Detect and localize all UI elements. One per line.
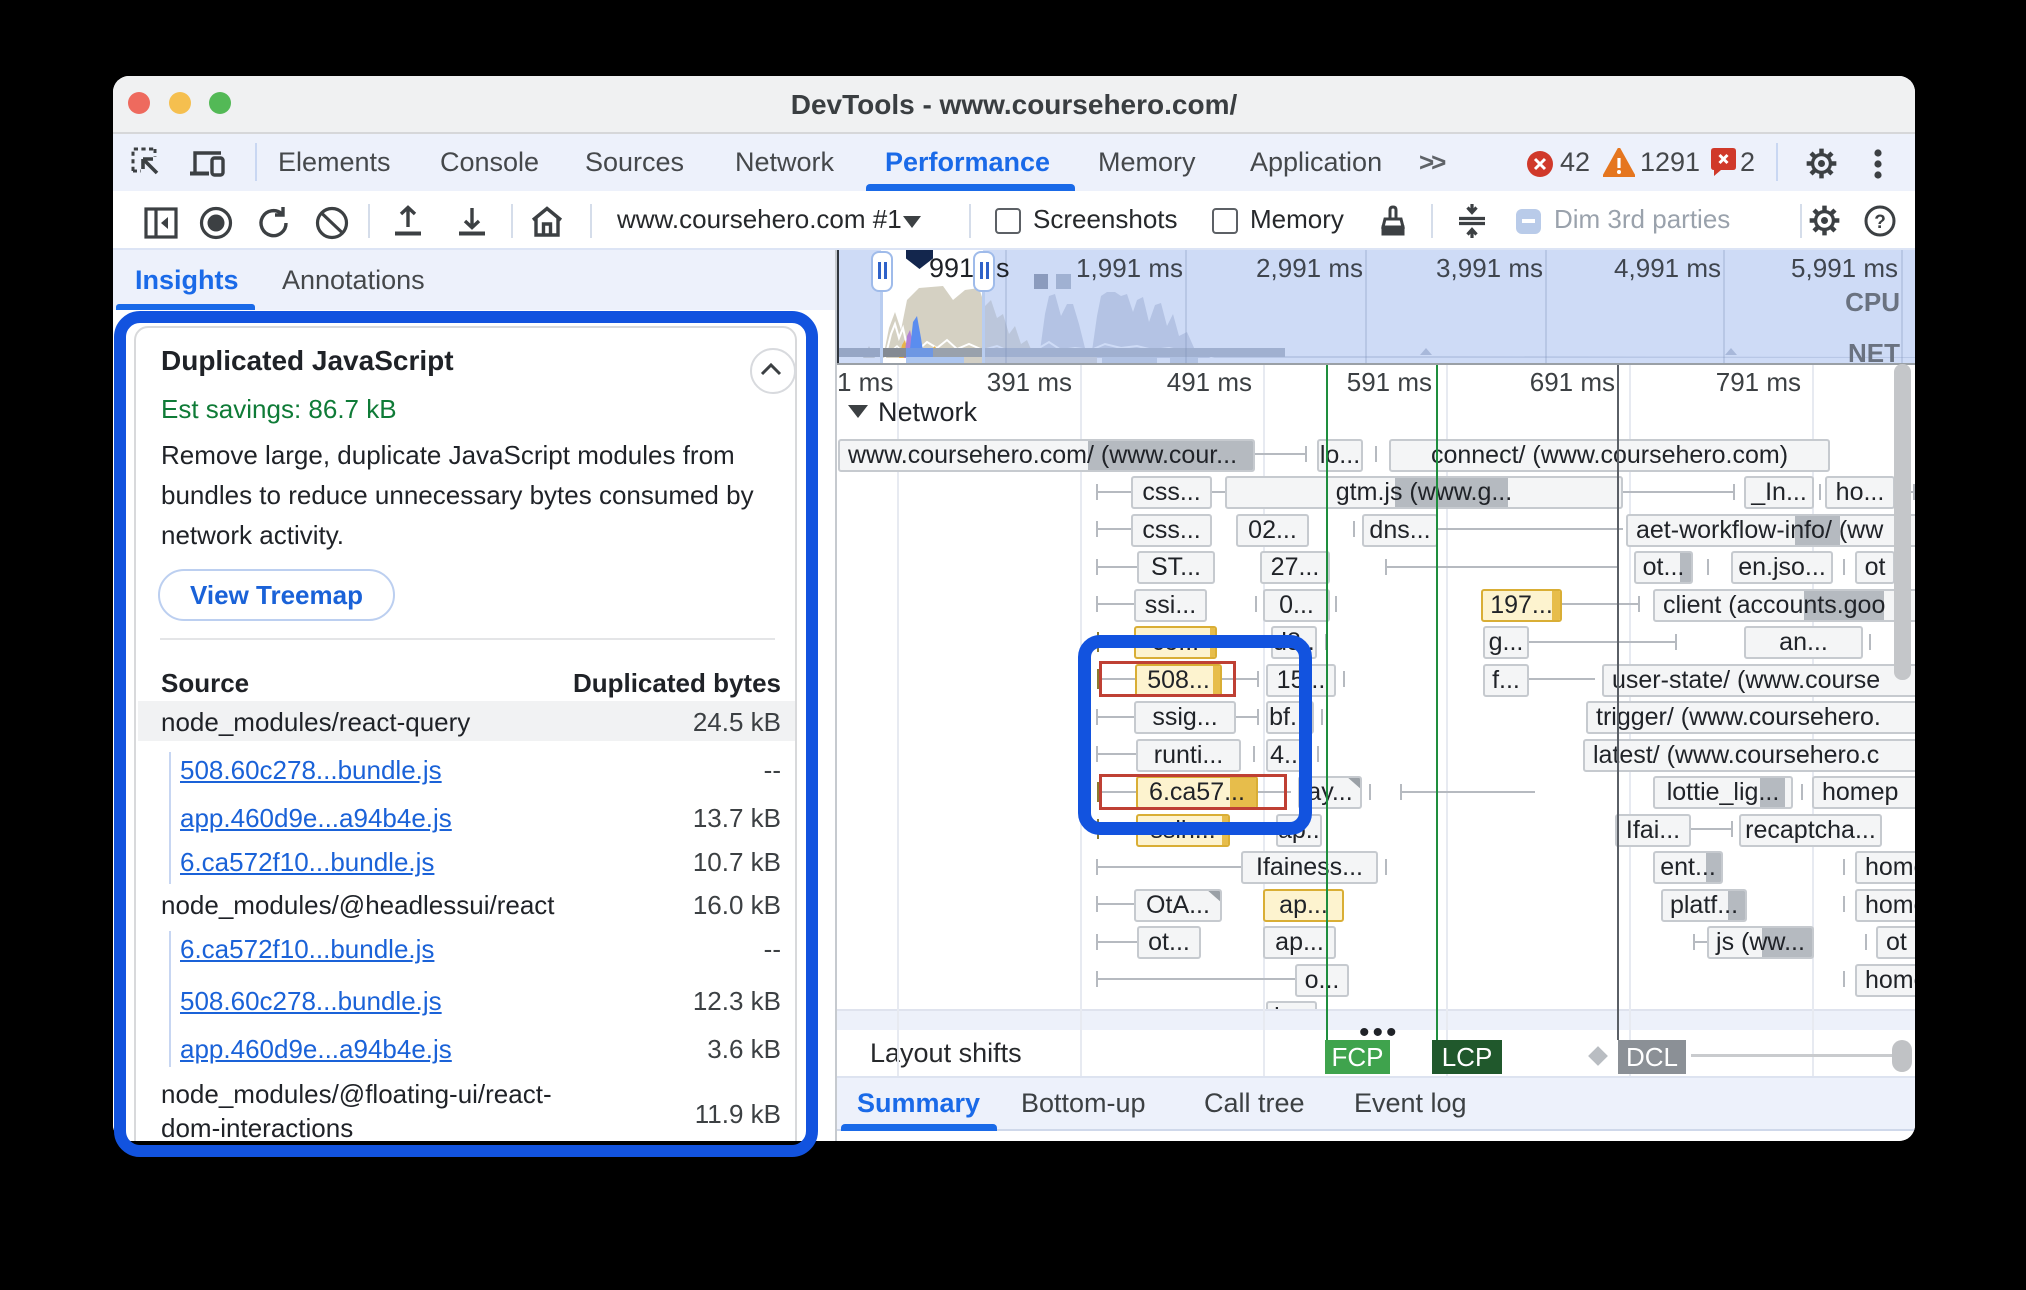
svg-text:?: ? [1874,212,1886,233]
